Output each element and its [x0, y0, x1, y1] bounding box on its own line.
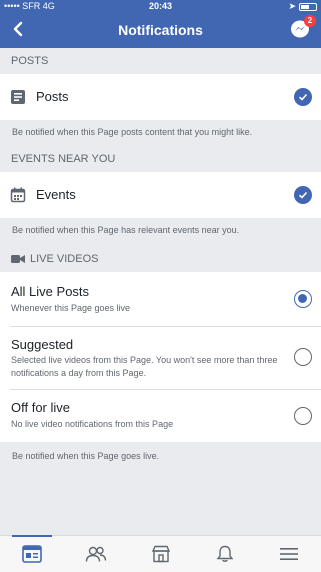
posts-label: Posts [36, 89, 69, 104]
live-note: Be notified when this Page goes live. [12, 451, 160, 461]
radio-off[interactable] [294, 407, 312, 425]
page-icon [22, 545, 42, 563]
article-icon [11, 90, 25, 104]
option-description: Selected live videos from this Page. You… [11, 355, 278, 378]
bottom-tab-bar [0, 535, 321, 572]
section-header-events: EVENTS NEAR YOU [0, 146, 321, 172]
page-title: Notifications [118, 22, 203, 38]
live-options-group: All Live Posts Whenever this Page goes l… [0, 272, 321, 442]
live-option-off[interactable]: Off for live No live video notifications… [0, 390, 321, 442]
status-icons: ➤ [288, 1, 317, 12]
events-row[interactable]: Events [0, 172, 321, 218]
posts-row[interactable]: Posts [0, 74, 321, 120]
tab-menu[interactable] [257, 536, 321, 572]
option-label: All Live Posts [11, 284, 90, 299]
events-checkbox[interactable] [294, 186, 312, 204]
radio-suggested[interactable] [294, 348, 312, 366]
option-description: Whenever this Page goes live [11, 303, 131, 313]
section-title: LIVE VIDEOS [30, 253, 99, 265]
posts-checkbox[interactable] [294, 88, 312, 106]
menu-icon [279, 548, 298, 560]
radio-all-live[interactable] [294, 290, 312, 308]
option-description: No live video notifications from this Pa… [11, 419, 174, 429]
section-title: EVENTS NEAR YOU [11, 153, 116, 165]
option-label: Suggested [11, 337, 74, 352]
people-icon [86, 546, 107, 562]
shop-icon [151, 545, 170, 563]
bell-icon [216, 545, 234, 562]
navbar: Notifications 2 [0, 12, 321, 48]
tab-notifications[interactable] [193, 536, 257, 572]
option-label: Off for live [11, 400, 71, 415]
video-camera-icon [11, 255, 25, 263]
calendar-icon [10, 187, 26, 203]
messenger-badge: 2 [304, 15, 316, 27]
section-header-live: LIVE VIDEOS [0, 246, 321, 272]
checkmark-icon [298, 191, 308, 199]
events-note: Be notified when this Page has relevant … [12, 225, 240, 235]
clock: 20:43 [148, 1, 173, 11]
location-icon: ➤ [288, 1, 296, 11]
section-title: POSTS [11, 55, 49, 67]
live-option-all[interactable]: All Live Posts Whenever this Page goes l… [0, 272, 321, 326]
battery-icon [299, 2, 317, 11]
tab-page[interactable] [0, 535, 64, 572]
section-header-posts: POSTS [0, 48, 321, 74]
tab-shop[interactable] [128, 536, 192, 572]
posts-note: Be notified when this Page posts content… [12, 127, 253, 137]
status-bar: ••••• SFR 4G 20:43 ➤ [0, 0, 321, 12]
events-label: Events [36, 187, 76, 202]
tab-people[interactable] [64, 536, 128, 572]
checkmark-icon [298, 93, 308, 101]
live-option-suggested[interactable]: Suggested Selected live videos from this… [0, 327, 321, 389]
